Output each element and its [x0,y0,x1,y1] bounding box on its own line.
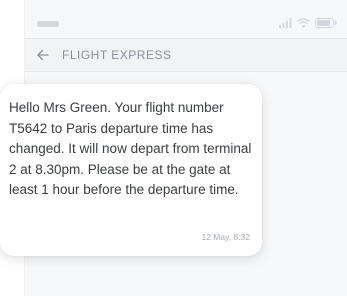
message-bubble: Hello Mrs Green. Your flight number T564… [0,84,262,256]
signal-icon [279,15,292,33]
app-title: FLIGHT EXPRESS [62,48,172,62]
status-icons [279,17,337,31]
app-header: FLIGHT EXPRESS [25,38,347,72]
message-text: Hello Mrs Green. Your flight number T564… [9,100,252,197]
status-bar [25,14,347,34]
message-timestamp: 12 May, 8:32 [201,232,250,242]
screen: FLIGHT EXPRESS Hello Mrs Green. Your fli… [0,0,347,296]
status-pill [37,21,59,27]
wifi-icon [297,15,310,33]
arrow-left-icon[interactable] [35,47,51,63]
battery-icon [315,15,337,33]
